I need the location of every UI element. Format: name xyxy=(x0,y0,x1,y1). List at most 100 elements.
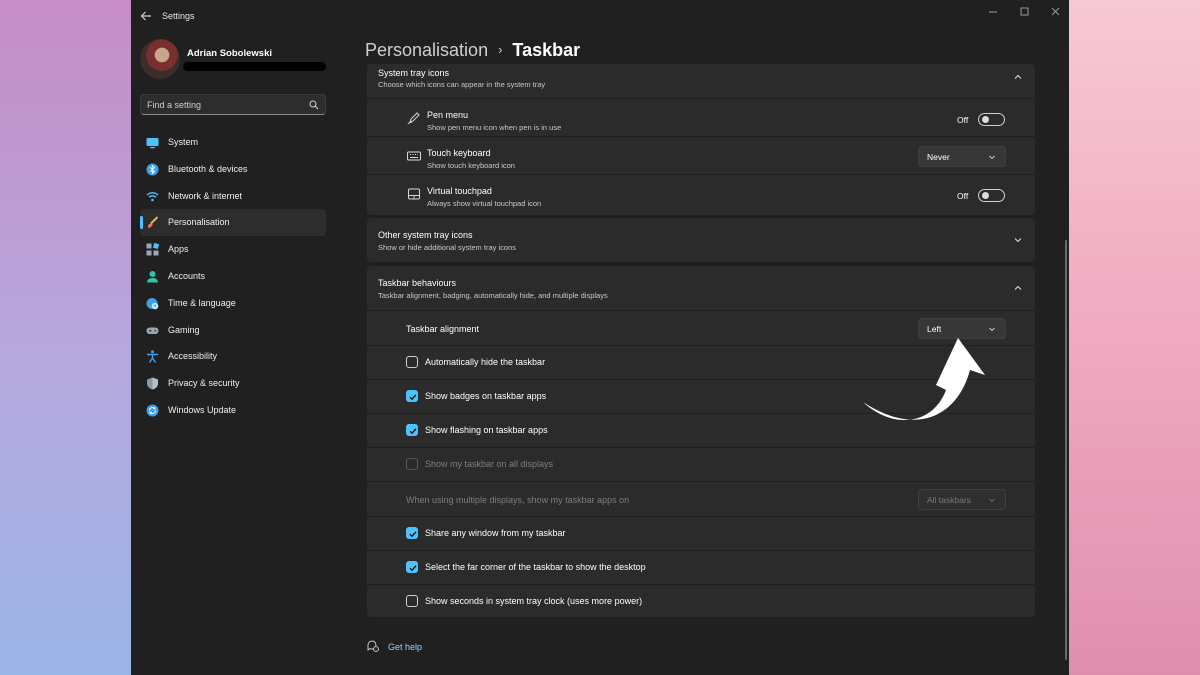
dropdown-value: All taskbars xyxy=(927,495,971,505)
sidebar-item-accessibility[interactable]: Accessibility xyxy=(140,343,326,370)
profile-name: Adrian Sobolewski xyxy=(187,48,272,59)
checkmark-icon xyxy=(409,428,417,435)
wifi-icon xyxy=(146,191,159,201)
sidebar-item-label: Apps xyxy=(168,244,189,255)
close-icon[interactable] xyxy=(1044,4,1066,20)
checkbox-label: Show flashing on taskbar apps xyxy=(425,425,548,435)
sidebar-item-privacy-security[interactable]: Privacy & security xyxy=(140,370,326,397)
checkbox-label: Show seconds in system tray clock (uses … xyxy=(425,596,643,606)
row-title: Touch keyboard xyxy=(427,148,491,158)
section-title: Taskbar behaviours xyxy=(378,278,457,288)
page-title: Taskbar xyxy=(512,40,581,60)
breadcrumb-separator: › xyxy=(498,42,503,57)
row-description: Show pen menu icon when pen is in use xyxy=(427,123,562,132)
flashing-checkbox[interactable] xyxy=(406,424,418,436)
system-tray-icons-header[interactable]: System tray icons Choose which icons can… xyxy=(367,64,1035,98)
minimize-icon[interactable] xyxy=(982,4,1004,20)
desktop-background-left xyxy=(0,0,131,675)
far-corner-row[interactable]: Select the far corner of the taskbar to … xyxy=(367,550,1035,584)
sidebar-item-label: Time & language xyxy=(168,297,236,308)
toggle-state-label: Off xyxy=(957,115,969,125)
row-description: Show touch keyboard icon xyxy=(427,161,515,170)
section-description: Show or hide additional system tray icon… xyxy=(378,243,516,252)
sidebar-item-label: Accounts xyxy=(168,270,206,281)
checkmark-icon xyxy=(409,394,417,401)
share-window-checkbox[interactable] xyxy=(406,527,418,539)
desktop-background-right xyxy=(1069,0,1200,675)
breadcrumb: Personalisation › Taskbar xyxy=(365,40,580,61)
sidebar-item-label: Privacy & security xyxy=(168,378,240,389)
virtual-touchpad-row: Virtual touchpad Always show virtual tou… xyxy=(367,174,1035,215)
taskbar-behaviours-card: Taskbar behaviours Taskbar alignment, ba… xyxy=(367,266,1035,617)
row-description: Always show virtual touchpad icon xyxy=(427,199,542,208)
touchpad-icon xyxy=(408,188,420,200)
touch-keyboard-dropdown[interactable]: Never xyxy=(918,146,1006,167)
chevron-up-icon[interactable] xyxy=(1013,283,1023,293)
sidebar-item-label: Gaming xyxy=(168,324,200,335)
sidebar-item-system[interactable]: System xyxy=(140,129,326,156)
sidebar-item-label: Windows Update xyxy=(168,404,237,415)
get-help-label: Get help xyxy=(388,642,423,652)
section-title: System tray icons xyxy=(378,68,450,78)
title-bar: Settings xyxy=(131,0,1069,32)
checkbox-label: Share any window from my taskbar xyxy=(425,528,566,538)
auto-hide-checkbox[interactable] xyxy=(406,356,418,368)
window-title: Settings xyxy=(162,11,195,21)
dropdown-value: Never xyxy=(927,152,950,162)
breadcrumb-parent[interactable]: Personalisation xyxy=(365,40,488,60)
checkmark-icon xyxy=(409,565,417,572)
pen-icon xyxy=(407,112,420,125)
sidebar-item-label: Network & internet xyxy=(168,190,243,201)
share-window-row[interactable]: Share any window from my taskbar xyxy=(367,516,1035,550)
other-system-tray-icons-card[interactable]: Other system tray icons Show or hide add… xyxy=(367,218,1035,262)
chevron-down-icon[interactable] xyxy=(1013,235,1023,245)
sidebar-item-network[interactable]: Network & internet xyxy=(140,183,326,210)
checkbox-label: Select the far corner of the taskbar to … xyxy=(425,562,646,572)
curved-arrow-annotation xyxy=(863,338,985,421)
checkbox-label: Show badges on taskbar apps xyxy=(425,391,547,401)
back-arrow-icon[interactable] xyxy=(139,9,153,23)
chevron-down-icon xyxy=(989,155,995,160)
section-description: Choose which icons can appear in the sys… xyxy=(378,80,546,89)
toggle-state-label: Off xyxy=(957,191,969,201)
all-displays-row: Show my taskbar on all displays xyxy=(367,447,1035,481)
sidebar-item-personalisation[interactable]: Personalisation xyxy=(140,209,326,237)
sidebar-item-accounts[interactable]: Accounts xyxy=(140,263,326,290)
monitor-icon xyxy=(146,138,159,149)
touch-keyboard-row: Touch keyboard Show touch keyboard icon … xyxy=(367,136,1035,174)
bluetooth-icon xyxy=(146,163,159,176)
maximize-icon[interactable] xyxy=(1013,4,1035,20)
badges-checkbox[interactable] xyxy=(406,390,418,402)
seconds-clock-checkbox[interactable] xyxy=(406,595,418,607)
scrollbar[interactable] xyxy=(1065,240,1067,660)
sidebar-item-label: Personalisation xyxy=(168,217,230,228)
search-icon[interactable] xyxy=(309,100,319,110)
checkmark-icon xyxy=(409,531,417,538)
person-icon xyxy=(147,270,158,283)
globe-clock-icon xyxy=(146,297,159,310)
row-title: When using multiple displays, show my ta… xyxy=(406,495,630,505)
pen-menu-toggle[interactable] xyxy=(978,113,1005,126)
system-tray-icons-card: System tray icons Choose which icons can… xyxy=(367,64,1035,215)
sidebar-item-label: Bluetooth & devices xyxy=(168,163,248,174)
sidebar-item-bluetooth[interactable]: Bluetooth & devices xyxy=(140,156,326,183)
section-description: Taskbar alignment, badging, automaticall… xyxy=(378,291,608,300)
avatar[interactable] xyxy=(140,39,180,79)
pen-menu-row: Pen menu Show pen menu icon when pen is … xyxy=(367,98,1035,136)
sidebar-item-gaming[interactable]: Gaming xyxy=(140,317,326,344)
virtual-touchpad-toggle[interactable] xyxy=(978,189,1005,202)
far-corner-checkbox[interactable] xyxy=(406,561,418,573)
sidebar-item-windows-update[interactable]: Windows Update xyxy=(140,397,326,424)
multi-display-dropdown: All taskbars xyxy=(918,489,1006,510)
help-chat-icon xyxy=(367,640,379,652)
taskbar-behaviours-header[interactable]: Taskbar behaviours Taskbar alignment, ba… xyxy=(367,266,1035,310)
search-input[interactable]: Find a setting xyxy=(140,94,326,115)
sidebar-item-apps[interactable]: Apps xyxy=(140,236,326,263)
seconds-clock-row[interactable]: Show seconds in system tray clock (uses … xyxy=(367,584,1035,617)
sidebar-item-time-language[interactable]: Time & language xyxy=(140,290,326,317)
shield-icon xyxy=(147,377,158,390)
update-icon xyxy=(146,404,159,417)
accessibility-icon xyxy=(147,350,158,364)
apps-icon xyxy=(146,243,159,256)
chevron-up-icon[interactable] xyxy=(1013,72,1023,82)
